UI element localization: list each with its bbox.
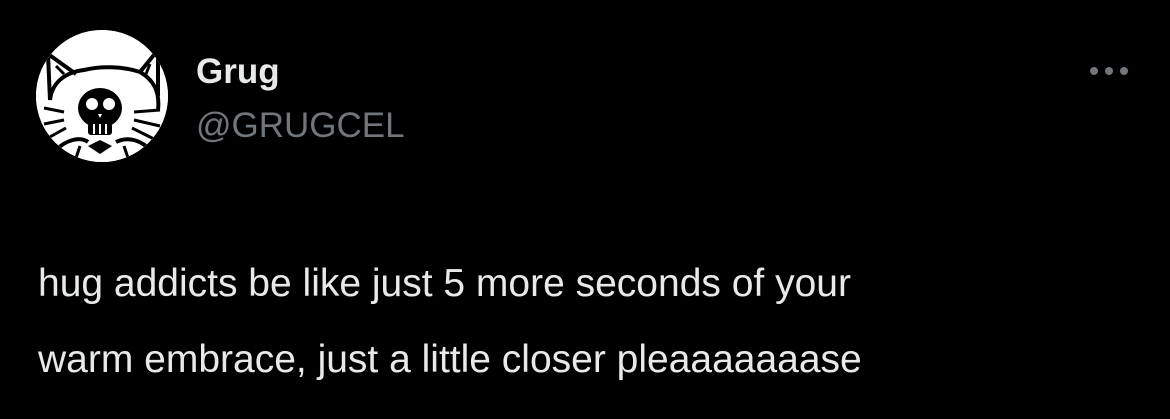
avatar[interactable]: [36, 30, 168, 162]
tweet-card: Grug @GRUGCEL hug addicts be like just 5…: [0, 0, 1170, 419]
ellipsis-icon: [1090, 67, 1128, 75]
author-display-name[interactable]: Grug: [196, 50, 280, 94]
cat-skull-drawing-icon: [36, 30, 168, 162]
tweet-text-line: hug addicts be like just 5 more seconds …: [38, 262, 851, 305]
tweet-text: hug addicts be like just 5 more seconds …: [38, 246, 1148, 398]
tweet-text-line: warm embrace, just a little closer pleaa…: [38, 338, 862, 381]
author-handle[interactable]: @GRUGCEL: [196, 104, 405, 148]
more-options-button[interactable]: [1084, 56, 1134, 86]
